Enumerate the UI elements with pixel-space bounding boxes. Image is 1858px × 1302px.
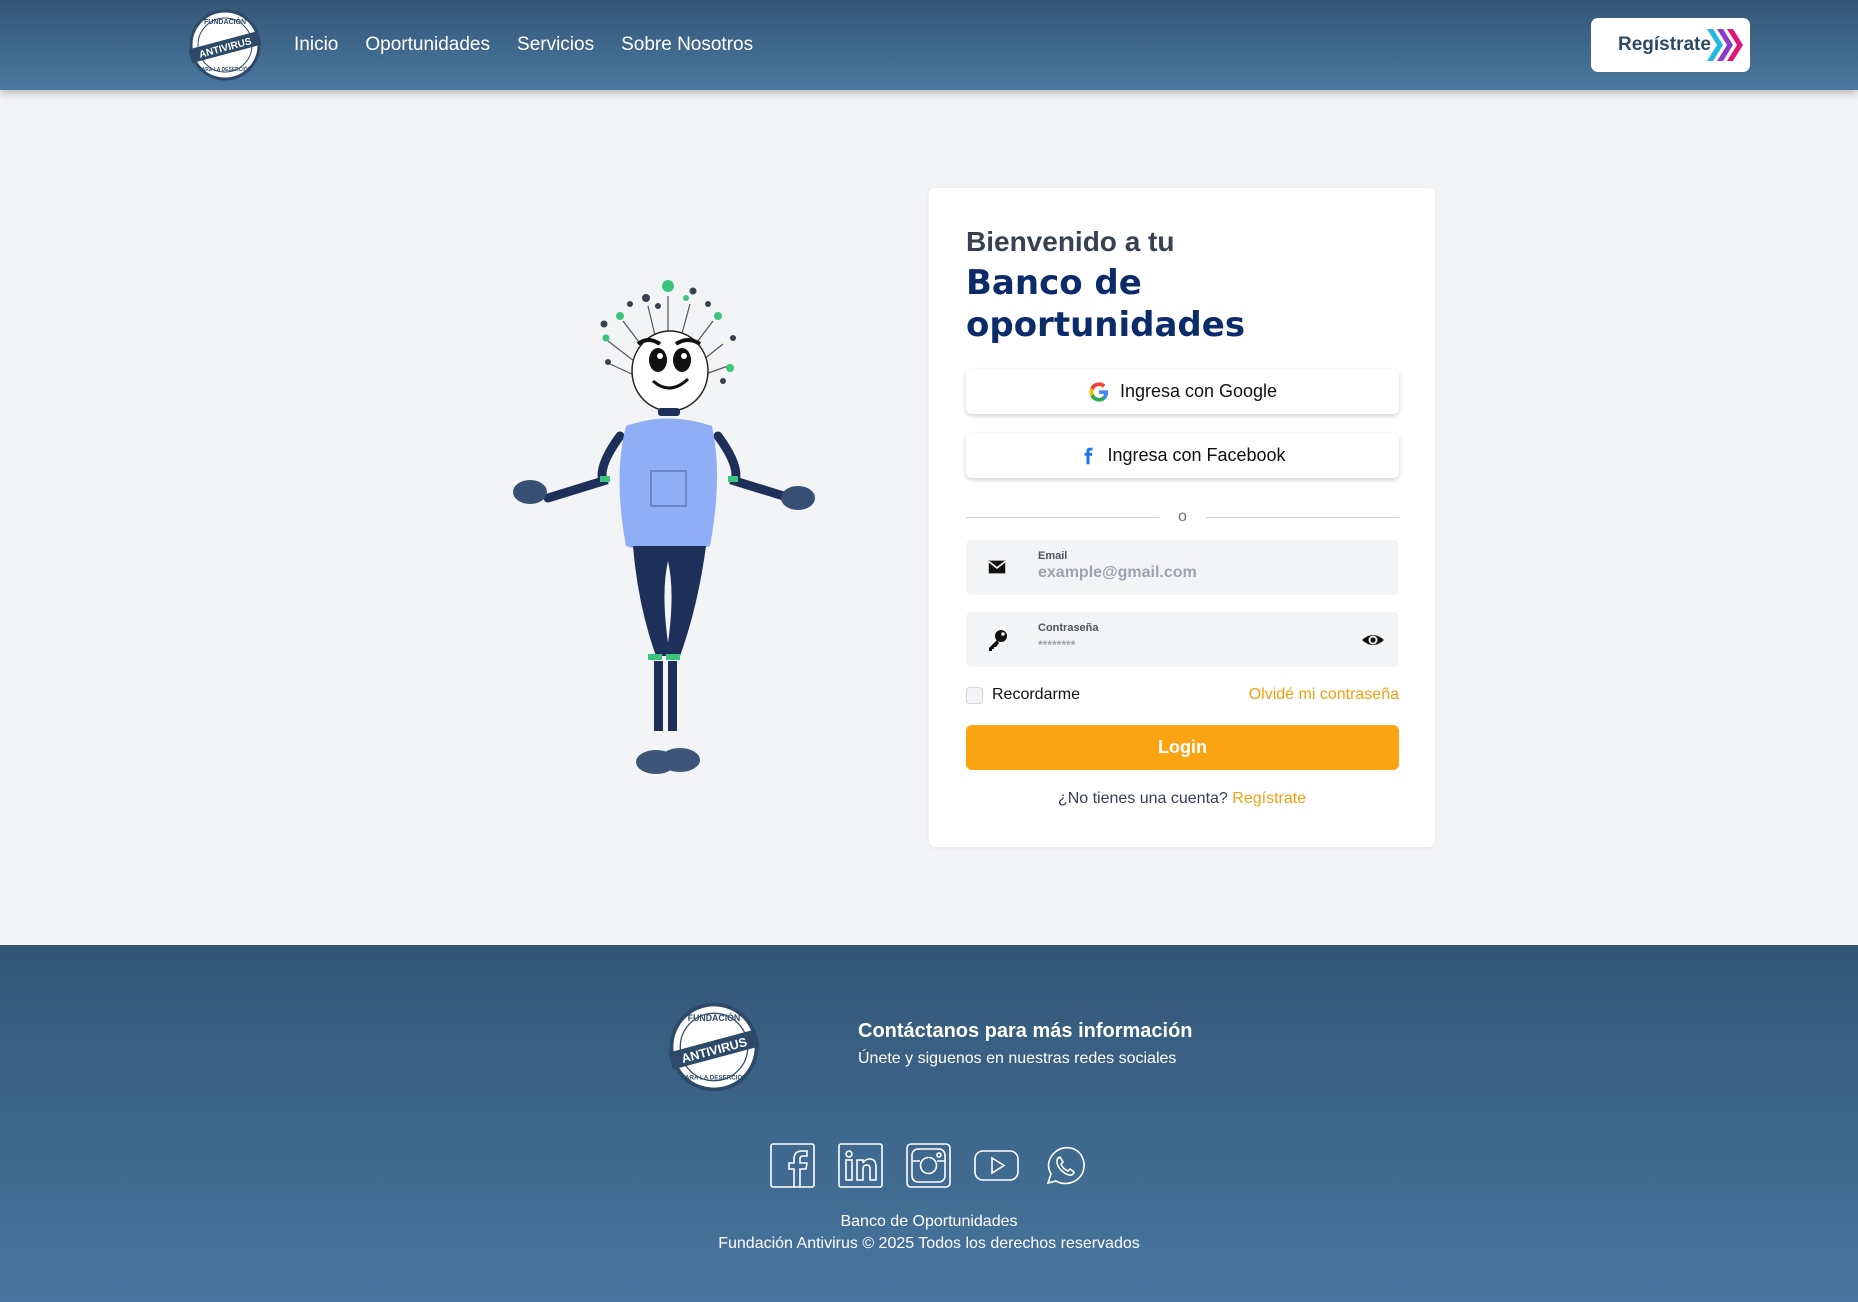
facebook-button-label: Ingresa con Facebook: [1107, 445, 1286, 465]
facebook-login-button[interactable]: Ingresa con Facebook: [966, 433, 1399, 478]
email-input[interactable]: example@gmail.com: [1038, 564, 1197, 582]
footer-line-1: Banco de Oportunidades: [840, 1213, 1018, 1230]
main-nav: Inicio Oportunidades Servicios Sobre Nos…: [294, 0, 753, 90]
facebook-icon: [1085, 447, 1093, 464]
google-icon: [1089, 381, 1109, 402]
register-link[interactable]: Regístrate: [1232, 790, 1306, 807]
svg-text:PARA LA DESERCIÓN: PARA LA DESERCIÓN: [681, 1074, 747, 1082]
footer-copyright: Fundación Antivirus © 2025 Todos los der…: [718, 1235, 1140, 1252]
footer-logo: FUNDACIÓN ANTIVIRUS PARA LA DESERCIÓN: [668, 1002, 760, 1092]
password-field[interactable]: Contraseña ********: [966, 612, 1399, 667]
remember-checkbox[interactable]: [966, 686, 983, 704]
social-icons: [770, 1143, 1087, 1188]
nav-servicios[interactable]: Servicios: [517, 34, 594, 56]
nav-sobre-nosotros[interactable]: Sobre Nosotros: [621, 34, 753, 56]
google-button-label: Ingresa con Google: [1119, 381, 1278, 401]
footer: FUNDACIÓN ANTIVIRUS PARA LA DESERCIÓN Co…: [0, 945, 1858, 1302]
welcome-text: Bienvenido a tu: [966, 226, 1175, 257]
nav-inicio[interactable]: Inicio: [294, 34, 338, 56]
no-account-text: ¿No tienes una cuenta? Regístrate: [1057, 790, 1307, 807]
email-field[interactable]: Email example@gmail.com: [966, 540, 1399, 595]
svg-text:FUNDACIÓN: FUNDACIÓN: [204, 17, 246, 26]
fundacion-antivirus-logo[interactable]: FUNDACIÓN ANTIVIRUS PARA LA DESERCIÓN: [188, 9, 262, 81]
password-input[interactable]: ********: [1038, 638, 1075, 652]
youtube-icon[interactable]: [974, 1143, 1019, 1188]
mascot-illustration: [508, 276, 820, 782]
eye-icon[interactable]: [1361, 628, 1385, 652]
nav-oportunidades[interactable]: Oportunidades: [365, 34, 490, 56]
email-label: Email: [1038, 550, 1068, 562]
chevrons-right-icon: [1707, 29, 1743, 61]
svg-text:PARA LA DESERCIÓN: PARA LA DESERCIÓN: [199, 65, 252, 73]
footer-heading: Contáctanos para más información: [858, 1020, 1193, 1042]
whatsapp-icon[interactable]: [1042, 1143, 1087, 1188]
key-icon: [989, 630, 1007, 651]
register-button-label: Regístrate: [1618, 34, 1711, 55]
mail-icon: [988, 560, 1006, 574]
remember-me[interactable]: Recordarme: [966, 686, 1080, 704]
instagram-icon[interactable]: [906, 1143, 951, 1188]
top-navbar: FUNDACIÓN ANTIVIRUS PARA LA DESERCIÓN In…: [0, 0, 1858, 90]
facebook-icon[interactable]: [770, 1143, 815, 1188]
register-button[interactable]: Regístrate: [1591, 18, 1750, 72]
footer-subheading: Únete y siguenos en nuestras redes socia…: [858, 1050, 1177, 1067]
or-divider: o: [966, 508, 1399, 528]
google-login-button[interactable]: Ingresa con Google: [966, 369, 1399, 414]
forgot-password-link[interactable]: Olvidé mi contraseña: [1249, 686, 1399, 704]
password-label: Contraseña: [1038, 622, 1099, 634]
page-title: Banco de oportunidades: [966, 263, 1246, 345]
svg-text:FUNDACIÓN: FUNDACIÓN: [688, 1012, 741, 1023]
login-card: Bienvenido a tu Banco de oportunidades I…: [929, 188, 1435, 847]
linkedin-icon[interactable]: [838, 1143, 883, 1188]
remember-label: Recordarme: [992, 686, 1081, 703]
login-button[interactable]: Login: [966, 725, 1399, 770]
